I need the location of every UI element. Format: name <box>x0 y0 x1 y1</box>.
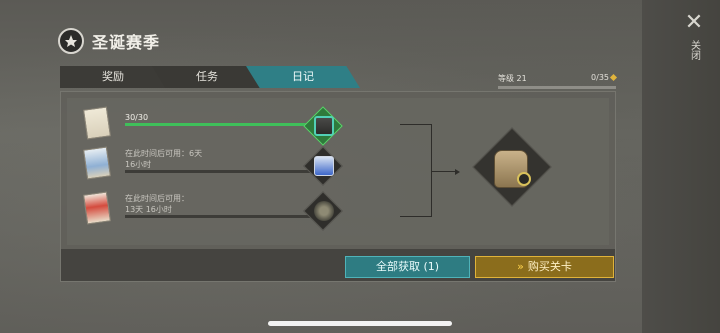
diary-entry[interactable]: 在此时间后可用：6天 16小时 <box>83 146 345 188</box>
diary-entry[interactable]: 在此时间后可用： 13天 16小时 <box>83 191 345 233</box>
diary-page-icon <box>83 191 111 225</box>
season-badge-icon <box>58 28 84 54</box>
close-label: 关闭 <box>688 40 700 60</box>
entry-progress-text: 30/30 <box>125 113 149 122</box>
double-chevron-icon: » <box>517 260 524 273</box>
landmine-icon <box>314 201 334 221</box>
unlock-time-label: 在此时间后可用：6天 <box>125 149 203 158</box>
home-indicator[interactable] <box>268 321 452 326</box>
diamond-icon <box>609 73 618 82</box>
diary-page-icon <box>83 106 111 140</box>
battery-icon <box>314 156 334 176</box>
unlock-time-label: 在此时间后可用： <box>125 194 189 203</box>
unlock-time-value: 16小时 <box>125 160 152 169</box>
level-progress-bar <box>498 86 616 89</box>
compass-icon <box>517 172 531 186</box>
buy-level-button[interactable]: » 购买关卡 <box>475 256 614 278</box>
arrow-icon <box>455 169 460 175</box>
connector-bracket <box>400 124 432 217</box>
connector-line <box>432 171 456 172</box>
tab-tasks[interactable]: 任务 <box>152 66 262 88</box>
header: 圣诞赛季 <box>58 28 160 54</box>
diary-page-icon <box>83 146 111 180</box>
entry-progress-bar <box>125 215 315 218</box>
right-side-strip <box>642 0 720 333</box>
level-progress: 等级 21 0/35 <box>498 73 618 89</box>
diary-entry[interactable]: 30/30 <box>83 106 345 148</box>
tab-bar: 奖励 任务 日记 <box>60 66 360 88</box>
entry-progress-bar <box>125 170 315 173</box>
tab-rewards[interactable]: 奖励 <box>60 66 166 88</box>
level-progress-text: 0/35 <box>591 73 609 82</box>
collect-all-button[interactable]: 全部获取 (1) <box>345 256 470 278</box>
unlock-time-value: 13天 16小时 <box>125 205 172 214</box>
entry-progress-bar <box>125 123 315 126</box>
close-icon[interactable]: ✕ <box>682 12 706 34</box>
page-title: 圣诞赛季 <box>92 33 161 52</box>
level-label: 等级 21 <box>498 74 527 83</box>
buy-level-label: 购买关卡 <box>527 260 572 273</box>
close-button[interactable]: ✕ 关闭 <box>682 12 706 61</box>
toolbox-icon <box>314 116 334 136</box>
tab-diary[interactable]: 日记 <box>246 66 360 88</box>
